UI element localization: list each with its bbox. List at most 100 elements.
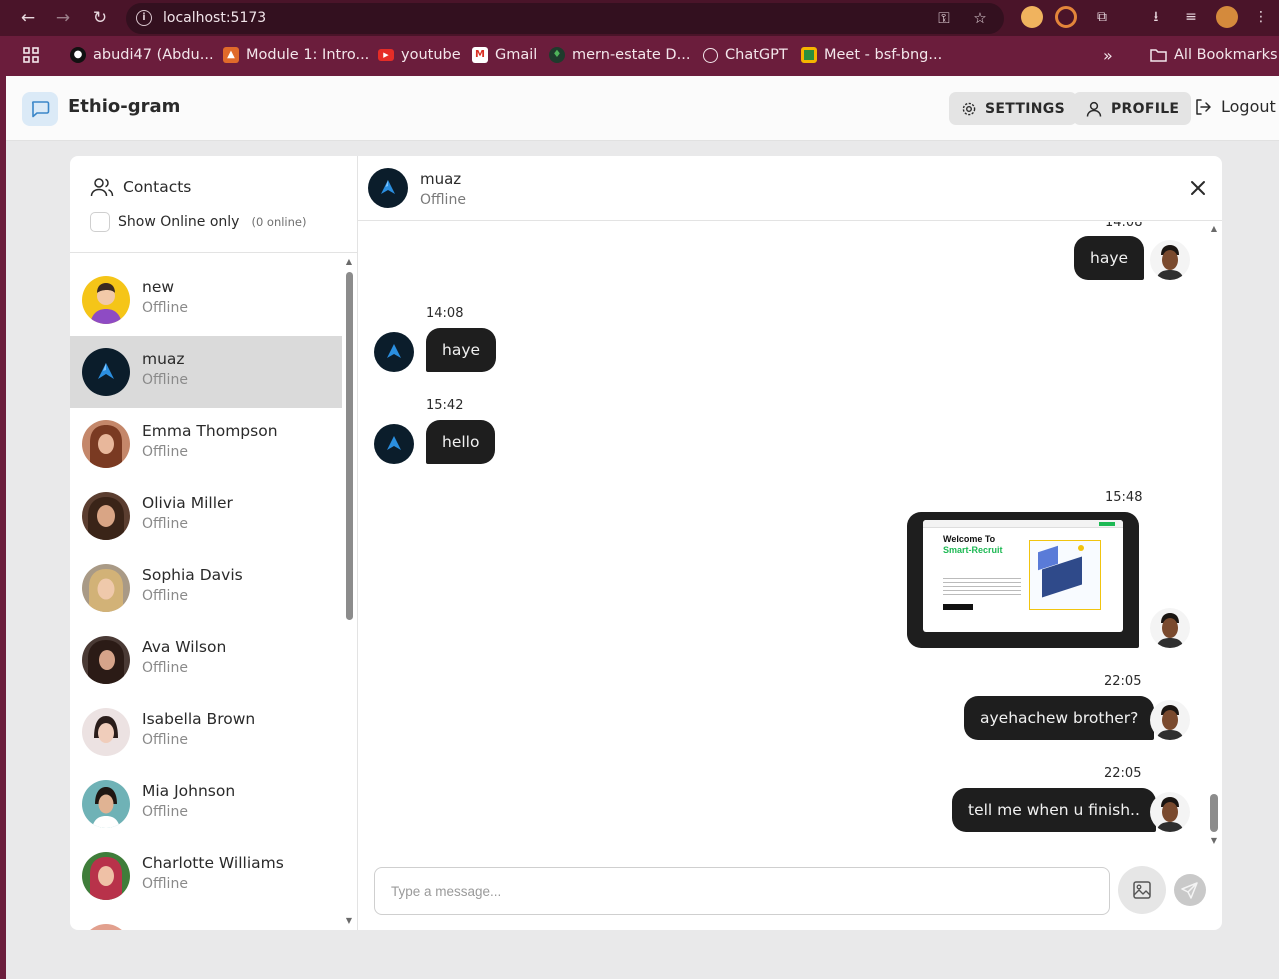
contact-avatar [374,424,414,464]
sidebar-scrollbar[interactable] [346,272,353,620]
bookmark-label: mern-estate D... [572,47,691,63]
extension-cookie-icon[interactable] [1021,6,1043,28]
contact-item-mia-johnson[interactable]: Mia Johnson Offline [70,768,342,840]
app-header: Ethio-gram SETTINGS PROFILE Logout [6,76,1279,141]
meet-icon [801,47,817,63]
message-bubble-sent: ayehachew brother? [964,696,1155,740]
download-icon[interactable]: ⭳ [1145,6,1167,28]
bookmark-label: Module 1: Intro... [246,47,370,63]
contact-item-charlotte-williams[interactable]: Charlotte Williams Offline [70,840,342,912]
gmail-icon: M [472,47,488,63]
contact-item-emma-thompson[interactable]: Emma Thompson Offline [70,408,342,480]
chat-scrollbar[interactable] [1210,794,1218,832]
message-image-bubble[interactable]: Welcome To Smart-Recruit [907,512,1139,648]
avatar [82,276,130,324]
message-time: 14:08 [426,306,464,321]
mongodb-icon: ♦ [549,47,565,63]
contact-name: Mia Johnson [142,782,236,800]
message-time: 22:05 [1104,674,1142,689]
media-queue-icon[interactable]: ≡ [1180,6,1202,28]
sidebar-scroll-down[interactable]: ▼ [344,916,354,926]
chat-container: Contacts Show Online only (0 online) new… [70,156,1222,930]
online-filter[interactable]: Show Online only (0 online) [90,212,306,232]
my-avatar [1150,608,1190,648]
address-bar[interactable]: i localhost:5173 ⚿ ☆ [126,3,1004,34]
bookmark-meet[interactable]: Meet - bsf-bng... [801,44,942,66]
message-input[interactable] [374,867,1110,915]
contact-item-ava-wilson[interactable]: Ava Wilson Offline [70,624,342,696]
chat-scroll-down[interactable]: ▼ [1209,836,1219,846]
back-button[interactable]: ← [15,6,41,30]
chat-contact-name: muaz [420,170,462,188]
course-icon: ▲ [223,47,239,63]
url-text[interactable]: localhost:5173 [163,10,266,26]
contact-item-partial[interactable] [70,912,342,930]
forward-button[interactable]: → [50,6,76,30]
online-only-checkbox[interactable] [90,212,110,232]
profile-button[interactable]: PROFILE [1073,92,1192,125]
contacts-sidebar: Contacts Show Online only (0 online) new… [70,156,358,930]
image-attachment[interactable]: Welcome To Smart-Recruit [923,520,1123,632]
message-bubble-sent: tell me when u finish.. [952,788,1156,832]
app-title: Ethio-gram [68,96,181,117]
contact-item-sophia-davis[interactable]: Sophia Davis Offline [70,552,342,624]
send-icon [1181,882,1198,899]
image-icon [1133,881,1151,899]
bookmark-module[interactable]: ▲ Module 1: Intro... [223,44,369,66]
app-logo[interactable] [22,92,58,126]
profile-label: PROFILE [1111,100,1180,117]
bookmarks-bar: ● abudi47 (Abdu... ▲ Module 1: Intro... … [0,36,1279,76]
avatar [82,564,130,612]
message-time: 15:42 [426,398,464,413]
image-heading: Welcome To [943,534,996,544]
all-bookmarks-folder[interactable]: All Bookmarks [1150,44,1278,66]
avatar [82,708,130,756]
contact-name: muaz [142,350,185,368]
online-only-label[interactable]: Show Online only [118,214,239,230]
bookmark-star-icon[interactable]: ☆ [970,8,990,28]
bookmark-mern-estate[interactable]: ♦ mern-estate D... [549,44,690,66]
contact-item-new[interactable]: new Offline [70,264,342,336]
sidebar-scroll-up[interactable]: ▲ [344,257,354,267]
avatar [82,348,130,396]
bookmark-youtube[interactable]: ▶ youtube [378,44,461,66]
extension-ring-icon[interactable] [1055,6,1077,28]
more-bookmarks-button[interactable]: » [1103,44,1113,66]
avatar [82,420,130,468]
chat-header: muaz Offline [358,156,1222,221]
profile-avatar-icon[interactable] [1216,6,1238,28]
site-info-icon[interactable]: i [136,10,152,26]
message-bubble-received: haye [426,328,497,372]
apps-grid-icon[interactable] [22,44,40,66]
settings-button[interactable]: SETTINGS [949,92,1077,125]
contact-name: Olivia Miller [142,494,233,512]
contact-item-olivia-miller[interactable]: Olivia Miller Offline [70,480,342,552]
bookmark-chatgpt[interactable]: ChatGPT [703,44,788,66]
extensions-puzzle-icon[interactable]: ⧉ [1091,6,1113,28]
contact-status: Offline [142,732,188,748]
message-composer [358,850,1222,930]
message-list: 14:08 haye 14:08 haye 15:42 hello 15:48 … [358,222,1222,850]
browser-menu-icon[interactable]: ⋮ [1250,6,1272,28]
bookmark-label: abudi47 (Abdu... [93,47,214,63]
image-subheading: Smart-Recruit [943,545,1003,555]
bookmark-github[interactable]: ● abudi47 (Abdu... [70,44,214,66]
my-avatar [1150,240,1190,280]
contact-name: new [142,278,175,296]
chat-scroll-up[interactable]: ▲ [1209,224,1219,234]
contact-item-isabella-brown[interactable]: Isabella Brown Offline [70,696,342,768]
chat-contact-status: Offline [420,192,466,208]
contact-item-muaz[interactable]: muaz Offline [70,336,342,408]
user-icon [1086,101,1102,117]
bookmark-gmail[interactable]: M Gmail [472,44,537,66]
reload-button[interactable]: ↻ [87,6,113,30]
attach-image-button[interactable] [1118,866,1166,914]
send-button[interactable] [1174,874,1206,906]
close-chat-button[interactable] [1188,178,1208,198]
folder-icon [1150,49,1167,62]
app-root: Ethio-gram SETTINGS PROFILE Logout Conta… [6,76,1279,979]
key-icon[interactable]: ⚿ [934,8,954,28]
avatar [82,852,130,900]
message-time: 15:48 [1105,490,1143,505]
logout-button[interactable]: Logout [1194,97,1276,116]
